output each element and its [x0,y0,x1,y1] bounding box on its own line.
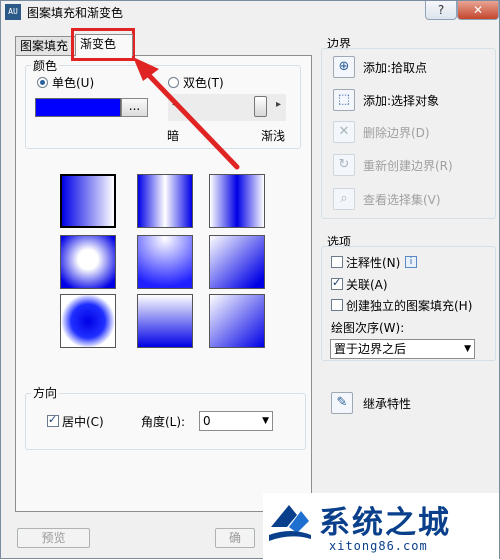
annotation-arrow [133,57,240,170]
watermark-title: 系统之城 [319,505,451,541]
watermark-url: xitong86.com [329,539,428,553]
watermark-logo-icon [269,505,311,541]
watermark: 系统之城 xitong86.com [263,493,499,559]
tab-gradient[interactable]: 渐变色 [75,34,133,56]
hatch-gradient-dialog: AU 图案填充和渐变色 ? ✕ 图案填充 渐变色 颜色 单色(U) 双色(T) … [0,0,500,559]
